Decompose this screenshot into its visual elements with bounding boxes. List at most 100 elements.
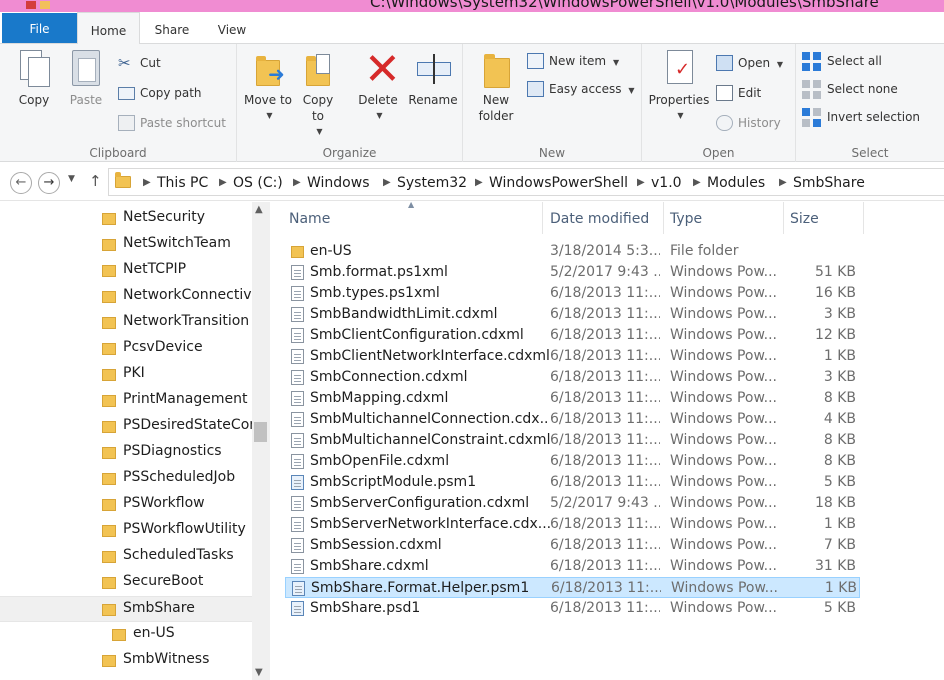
file-date-modified: 6/18/2013 11:...	[550, 537, 660, 553]
file-row[interactable]: SmbOpenFile.cdxml 6/18/2013 11:... Windows…	[285, 451, 860, 472]
tree-item[interactable]: PSDiagnostics	[0, 440, 252, 466]
file-row[interactable]: en-US 3/18/2014 5:3... File folder	[285, 241, 860, 262]
tree-item[interactable]: PSScheduledJob	[0, 466, 252, 492]
rename-button[interactable]: Rename	[405, 48, 461, 108]
tree-item[interactable]: NetSecurity	[0, 206, 252, 232]
recent-locations-dropdown-icon[interactable]: ▼	[68, 174, 75, 184]
tree-item[interactable]: NetworkTransition	[0, 310, 252, 336]
tree-item[interactable]: PKI	[0, 362, 252, 388]
file-row[interactable]: SmbShare.cdxml 6/18/2013 11:... Windows Po…	[285, 556, 860, 577]
tab-view[interactable]: View	[206, 12, 258, 44]
file-size: 1 KB	[823, 348, 856, 364]
file-row[interactable]: Smb.format.ps1xml 5/2/2017 9:43 ... Window…	[285, 262, 860, 283]
tree-item-label: PrintManagement	[123, 391, 248, 407]
breadcrumb-separator-icon[interactable]: ▶	[475, 174, 483, 192]
file-icon	[291, 559, 304, 574]
address-bar[interactable]: ▶ This PC ▶ OS (C:) ▶ Windows ▶ System32…	[108, 168, 944, 196]
select-none-button[interactable]: Select none	[802, 78, 898, 100]
file-row[interactable]: SmbServerConfiguration.cdxml 5/2/2017 9:4…	[285, 493, 860, 514]
invert-selection-button[interactable]: Invert selection	[802, 106, 920, 128]
history-button[interactable]: History	[716, 112, 781, 134]
tab-file[interactable]: File	[2, 13, 77, 43]
tree-item[interactable]: PSDesiredStateCon	[0, 414, 252, 440]
up-arrow-icon[interactable]: ↑	[89, 172, 102, 190]
folder-icon	[102, 343, 116, 355]
breadcrumb-modules[interactable]: Modules	[707, 173, 765, 193]
file-row[interactable]: SmbConnection.cdxml 6/18/2013 11:... Windo…	[285, 367, 860, 388]
paste-shortcut-button[interactable]: Paste shortcut	[118, 112, 226, 134]
tree-item[interactable]: PrintManagement	[0, 388, 252, 414]
file-row[interactable]: SmbBandwidthLimit.cdxml 6/18/2013 11:... W…	[285, 304, 860, 325]
new-folder-button[interactable]: New folder	[471, 48, 521, 124]
scrollbar-thumb[interactable]	[254, 422, 267, 442]
paste-button[interactable]: Paste	[62, 48, 110, 108]
file-row[interactable]: SmbScriptModule.psm1 6/18/2013 11:... Wind…	[285, 472, 860, 493]
column-header-size[interactable]: Size	[784, 202, 864, 234]
edit-button[interactable]: Edit	[716, 82, 761, 104]
scroll-up-icon[interactable]: ▲	[255, 204, 263, 215]
column-header-type[interactable]: Type	[664, 202, 784, 234]
file-row[interactable]: SmbShare.psd1 6/18/2013 11:... Windows Pow…	[285, 598, 860, 619]
tree-item[interactable]: SmbWitness	[0, 648, 252, 674]
file-row[interactable]: SmbMapping.cdxml 6/18/2013 11:... Windows …	[285, 388, 860, 409]
tree-item[interactable]: en-US	[0, 622, 252, 648]
tree-item[interactable]: NetworkConnectivit	[0, 284, 252, 310]
file-icon	[291, 496, 304, 511]
back-button[interactable]: ←	[10, 172, 32, 194]
tab-home[interactable]: Home	[77, 12, 140, 45]
tree-item[interactable]: PSWorkflow	[0, 492, 252, 518]
column-header-date-modified[interactable]: Date modified	[544, 202, 664, 234]
file-row[interactable]: SmbSession.cdxml 6/18/2013 11:... Windows …	[285, 535, 860, 556]
cut-button[interactable]: ✂ Cut	[118, 52, 161, 74]
breadcrumb-v1[interactable]: v1.0	[651, 173, 682, 193]
breadcrumb-windows[interactable]: Windows	[307, 173, 370, 193]
delete-button[interactable]: ✕ Delete ▼	[355, 48, 401, 124]
copy-button[interactable]: Copy	[10, 48, 58, 108]
delete-dropdown-icon: ▼	[376, 111, 383, 120]
tree-item[interactable]: PcsvDevice	[0, 336, 252, 362]
tree-item[interactable]: SecureBoot	[0, 570, 252, 596]
breadcrumb-smbshare[interactable]: SmbShare	[793, 173, 865, 193]
tab-share[interactable]: Share	[144, 12, 200, 44]
copy-path-button[interactable]: Copy path	[118, 82, 202, 104]
tree-item[interactable]: NetSwitchTeam	[0, 232, 252, 258]
breadcrumb-separator-icon[interactable]: ▶	[219, 174, 227, 192]
breadcrumb-windowspowershell[interactable]: WindowsPowerShell	[489, 173, 628, 193]
open-button[interactable]: Open ▼	[716, 52, 783, 74]
file-row[interactable]: SmbClientNetworkInterface.cdxml 6/18/2013…	[285, 346, 860, 367]
file-row[interactable]: SmbMultichannelConstraint.cdxml 6/18/2013…	[285, 430, 860, 451]
tree-item[interactable]: NetTCPIP	[0, 258, 252, 284]
file-row[interactable]: SmbShare.Format.Helper.psm1 6/18/2013 11:…	[285, 577, 860, 598]
breadcrumb-separator-icon[interactable]: ▶	[293, 174, 301, 192]
clipboard-group: Copy Paste ✂ Cut Copy path Paste shortcu…	[0, 44, 237, 162]
easy-access-button[interactable]: Easy access ▼	[527, 78, 635, 100]
breadcrumb-separator-icon[interactable]: ▶	[693, 174, 701, 192]
file-row[interactable]: Smb.types.ps1xml 6/18/2013 11:... Windows …	[285, 283, 860, 304]
quick-access-icon[interactable]	[26, 1, 36, 9]
tree-item[interactable]: SmbShare	[0, 596, 252, 622]
file-row[interactable]: SmbMultichannelConnection.cdx... 6/18/201…	[285, 409, 860, 430]
new-item-button[interactable]: New item ▼	[527, 50, 619, 72]
tree-item[interactable]: PSWorkflowUtility	[0, 518, 252, 544]
file-row[interactable]: SmbClientConfiguration.cdxml 6/18/2013 11…	[285, 325, 860, 346]
breadcrumb-separator-icon[interactable]: ▶	[143, 174, 151, 192]
navigation-scrollbar[interactable]: ▲ ▼	[252, 202, 269, 680]
breadcrumb-separator-icon[interactable]: ▶	[637, 174, 645, 192]
forward-button[interactable]: →	[38, 172, 60, 194]
select-all-button[interactable]: Select all	[802, 50, 882, 72]
file-date-modified: 6/18/2013 11:...	[550, 432, 660, 448]
scroll-down-icon[interactable]: ▼	[255, 667, 263, 678]
column-header-name[interactable]: Name	[283, 202, 543, 234]
move-to-button[interactable]: ➜ Move to ▼	[243, 48, 293, 124]
breadcrumb-separator-icon[interactable]: ▶	[779, 174, 787, 192]
breadcrumb-this-pc[interactable]: This PC	[157, 173, 208, 193]
tree-item[interactable]: ScheduledTasks	[0, 544, 252, 570]
breadcrumb-os-c[interactable]: OS (C:)	[233, 173, 283, 193]
copy-to-button[interactable]: Copy to ▼	[295, 48, 341, 140]
quick-access-folder-icon[interactable]	[40, 1, 50, 9]
properties-button[interactable]: ✓ Properties ▼	[646, 48, 712, 124]
file-icon	[291, 391, 304, 406]
file-row[interactable]: SmbServerNetworkInterface.cdx... 6/18/201…	[285, 514, 860, 535]
breadcrumb-separator-icon[interactable]: ▶	[383, 174, 391, 192]
breadcrumb-system32[interactable]: System32	[397, 173, 467, 193]
